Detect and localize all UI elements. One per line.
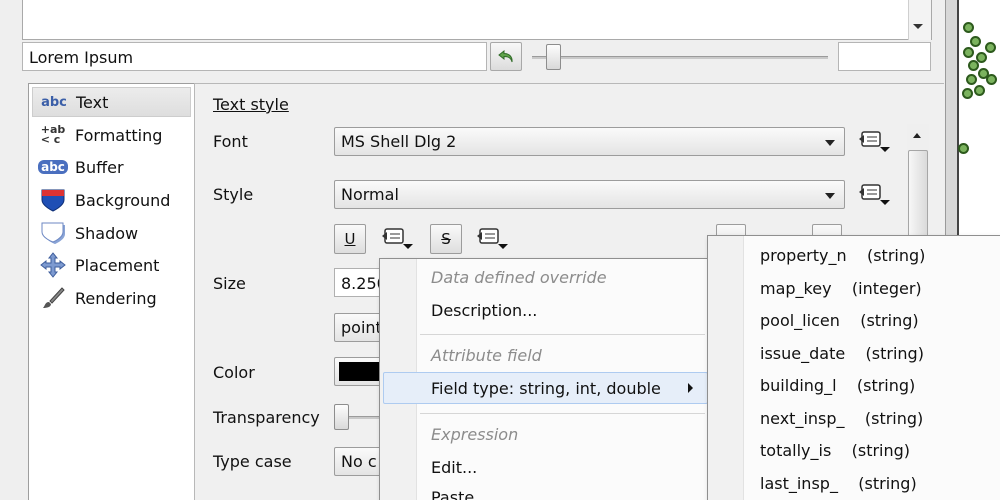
menu-item-edit[interactable]: Edit... (431, 458, 477, 477)
style-data-defined-button[interactable] (857, 180, 895, 210)
nav-item-rendering[interactable]: Rendering (32, 283, 191, 313)
nav-item-text[interactable]: abc Text (32, 87, 191, 117)
scroll-up-icon[interactable] (913, 133, 921, 138)
style-combo[interactable]: Normal (334, 180, 845, 209)
menu-icon-gutter (708, 236, 744, 500)
strikeout-button[interactable]: S (430, 224, 462, 254)
data-defined-icon (382, 228, 413, 249)
menu-separator (420, 334, 705, 335)
nav-item-buffer[interactable]: abc Buffer (32, 152, 191, 182)
font-combo[interactable]: MS Shell Dlg 2 (334, 127, 845, 156)
scroll-down-icon[interactable] (913, 24, 923, 29)
map-point (963, 22, 974, 33)
chevron-down-icon (825, 193, 835, 199)
type-case-value: No c (341, 452, 377, 471)
size-unit-value: point (341, 318, 382, 337)
sample-text-input[interactable]: Lorem Ipsum (22, 42, 487, 71)
text-preview (22, 0, 932, 40)
map-point (985, 42, 996, 53)
nav-item-shadow[interactable]: Shadow (32, 218, 191, 248)
color-label: Color (213, 363, 255, 382)
nav-item-formatting[interactable]: +ab < c Formatting (32, 120, 191, 150)
underline-data-defined-button[interactable] (380, 224, 418, 254)
map-point (963, 47, 974, 58)
data-defined-icon (859, 184, 890, 205)
map-point (966, 74, 977, 85)
submenu-field-item[interactable]: property_n (string) (760, 246, 925, 265)
nav-item-label: Buffer (75, 157, 124, 177)
preview-zoom-slider[interactable] (532, 56, 828, 59)
nav-item-label: Formatting (75, 125, 163, 145)
menu-item-paste[interactable]: Paste (431, 488, 474, 500)
nav-item-label: Text (76, 92, 109, 112)
submenu-field-item[interactable]: totally_is (string) (760, 441, 910, 460)
nav-item-label: Shadow (75, 223, 139, 243)
nav-item-background[interactable]: Background (32, 185, 191, 215)
shield-background-icon (38, 188, 68, 212)
menu-header-expression: Expression (431, 425, 519, 444)
strikeout-data-defined-button[interactable] (475, 224, 513, 254)
formatting-icon: +ab < c (40, 123, 66, 146)
transparency-label: Transparency (213, 408, 320, 427)
reset-preview-button[interactable] (490, 42, 522, 71)
map-point (958, 143, 969, 154)
font-label: Font (213, 132, 248, 151)
undo-arrow-icon (498, 49, 513, 63)
underline-button[interactable]: U (334, 224, 366, 254)
size-label: Size (213, 274, 246, 293)
preview-scrollbar[interactable] (908, 0, 931, 40)
abc-buffer-icon: abc (38, 155, 68, 179)
nav-item-label: Placement (75, 255, 160, 275)
font-combo-value: MS Shell Dlg 2 (341, 132, 457, 151)
style-label: Style (213, 185, 254, 204)
menu-separator (420, 413, 705, 414)
menu-header-data-defined: Data defined override (431, 268, 607, 287)
font-data-defined-button[interactable] (857, 127, 895, 157)
abc-text-icon: abc (41, 94, 67, 110)
size-spinbox[interactable]: 8.250 (334, 268, 384, 297)
submenu-field-item[interactable]: next_insp_ (string) (760, 409, 923, 428)
map-point (986, 74, 997, 85)
submenu-field-item[interactable]: map_key (integer) (760, 279, 922, 298)
submenu-field-item[interactable]: issue_date (string) (760, 344, 924, 363)
field-submenu (707, 235, 1000, 500)
submenu-field-item[interactable]: pool_licen (string) (760, 311, 919, 330)
map-point (974, 85, 985, 96)
type-case-label: Type case (213, 452, 292, 471)
data-defined-icon (859, 131, 890, 152)
placement-arrows-icon (38, 252, 68, 278)
submenu-field-item[interactable]: last_insp_ (string) (760, 474, 917, 493)
menu-item-field-type[interactable]: Field type: string, int, double (431, 379, 661, 398)
nav-item-label: Background (75, 190, 171, 210)
section-title: Text style (213, 95, 289, 114)
submenu-arrow-icon (688, 383, 693, 393)
paintbrush-icon (38, 286, 68, 310)
shadow-shield-icon (38, 221, 68, 245)
label-settings-nav: abc Text +ab < c Formatting abc Buffer Ba… (28, 83, 195, 500)
chevron-down-icon (825, 140, 835, 146)
data-defined-icon (477, 228, 508, 249)
map-point (968, 60, 979, 71)
nav-item-label: Rendering (75, 288, 157, 308)
map-point (962, 88, 973, 99)
slider-handle[interactable] (334, 404, 349, 430)
size-unit-combo[interactable]: point (334, 313, 384, 342)
type-case-combo[interactable]: No c (334, 447, 384, 476)
submenu-field-item[interactable]: building_l (string) (760, 376, 915, 395)
color-button[interactable] (334, 357, 384, 386)
map-point (970, 36, 981, 47)
menu-item-description[interactable]: Description... (431, 301, 537, 320)
color-swatch (339, 362, 379, 381)
style-combo-value: Normal (341, 185, 399, 204)
menu-header-attribute: Attribute field (431, 346, 542, 365)
preview-scale-field[interactable] (838, 42, 931, 71)
nav-item-placement[interactable]: Placement (32, 250, 191, 280)
slider-handle[interactable] (546, 44, 561, 70)
